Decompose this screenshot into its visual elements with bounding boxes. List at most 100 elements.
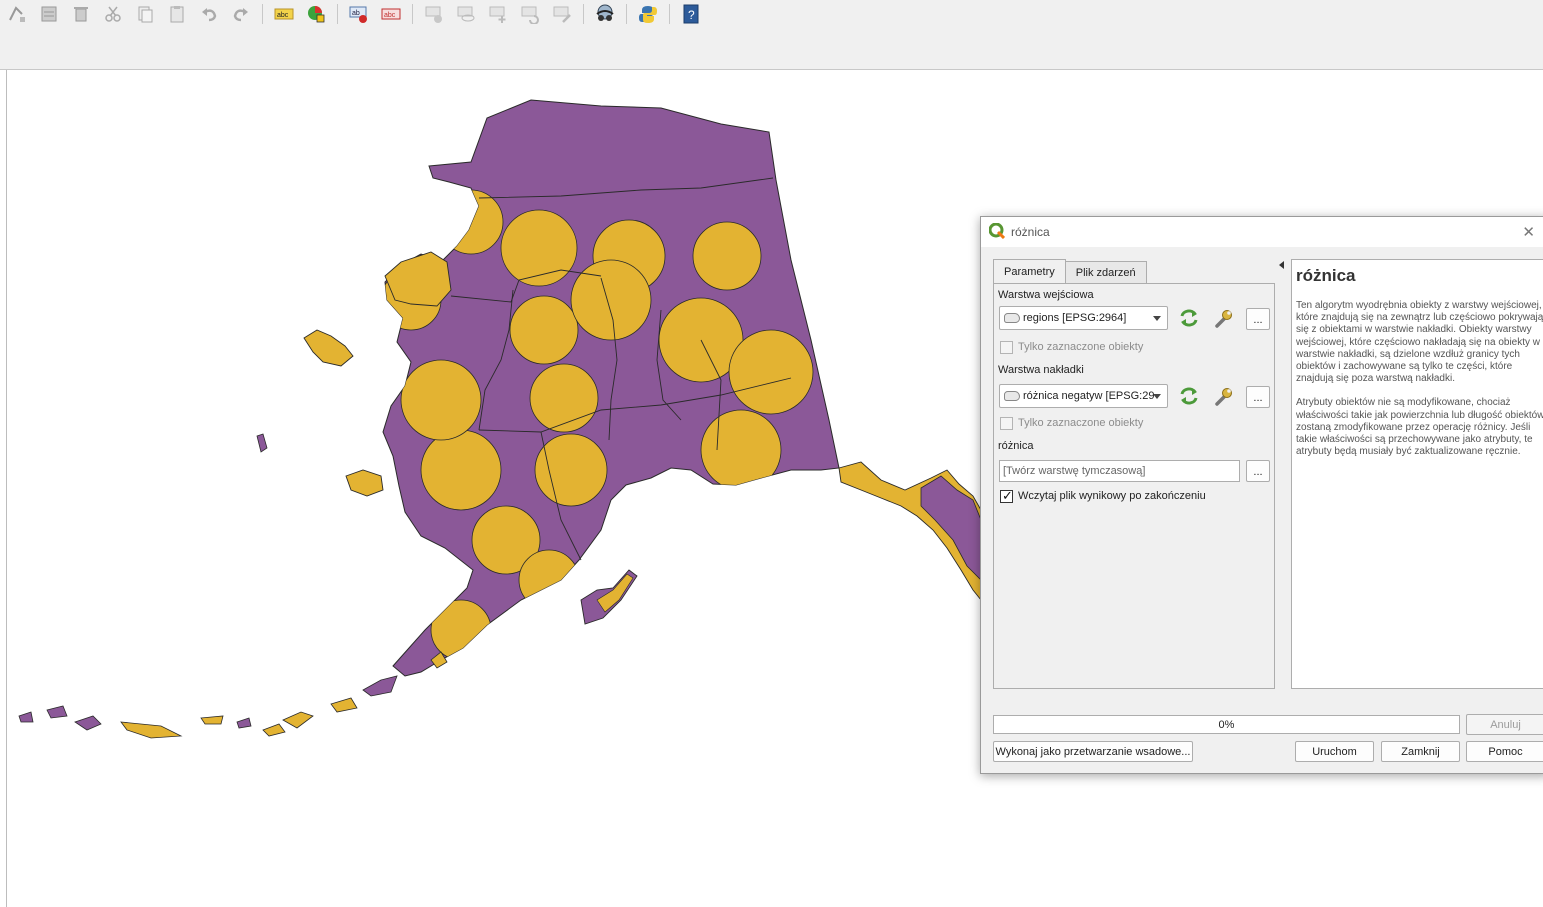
buffer-circle bbox=[570, 259, 652, 341]
overlay-layer-value: różnica negatyw [EPSG:2964] bbox=[1023, 390, 1155, 402]
progress-text: 0% bbox=[1218, 718, 1235, 731]
overlay-layer-browse-button[interactable]: ... bbox=[1246, 386, 1270, 408]
toolbar-separator bbox=[583, 4, 584, 24]
svg-text:?: ? bbox=[688, 8, 695, 22]
toolbar-separator bbox=[412, 4, 413, 24]
edit-attributes-icon[interactable] bbox=[36, 2, 62, 26]
help-panel: różnica Ten algorytm wyodrębnia obiekty … bbox=[1291, 259, 1543, 689]
spy-icon[interactable] bbox=[592, 2, 618, 26]
input-layer-browse-button[interactable]: ... bbox=[1246, 308, 1270, 330]
overlay-layer-combo[interactable]: różnica negatyw [EPSG:2964] bbox=[999, 384, 1168, 408]
buffer-circle bbox=[518, 549, 580, 611]
highlight-label-icon[interactable]: abc bbox=[378, 2, 404, 26]
buffer-circle bbox=[509, 295, 579, 365]
aleutian-island bbox=[200, 715, 224, 725]
help-paragraph: Atrybuty obiektów nie są modyfikowane, c… bbox=[1296, 397, 1543, 458]
buffer-circle bbox=[534, 433, 608, 507]
change-label-icon[interactable] bbox=[549, 2, 575, 26]
input-selected-only-checkbox[interactable] bbox=[1000, 341, 1013, 354]
wrench-icon[interactable] bbox=[1210, 306, 1236, 330]
main-toolbar: abc ab abc ? bbox=[0, 0, 1543, 28]
buffer-circle bbox=[400, 359, 482, 441]
load-result-checkbox[interactable] bbox=[1000, 488, 1013, 504]
help-button[interactable]: Pomoc bbox=[1466, 741, 1543, 762]
svg-text:abc: abc bbox=[277, 12, 289, 19]
aleutian-island bbox=[74, 715, 102, 731]
close-button[interactable]: Zamknij bbox=[1381, 741, 1460, 762]
dialog-titlebar[interactable]: różnica ✕ bbox=[981, 217, 1543, 247]
nunivak-island bbox=[345, 469, 384, 497]
iterate-icon[interactable] bbox=[1176, 384, 1202, 408]
close-icon[interactable]: ✕ bbox=[1522, 223, 1535, 241]
show-hide-label-icon[interactable] bbox=[421, 2, 447, 26]
dialog-title: różnica bbox=[1011, 225, 1050, 239]
overlay-selected-only-checkbox[interactable] bbox=[1000, 417, 1013, 430]
aleutian-island bbox=[282, 711, 314, 729]
tab-log[interactable]: Plik zdarzeń bbox=[1064, 261, 1147, 283]
delete-icon[interactable] bbox=[68, 2, 94, 26]
input-layer-combo[interactable]: regions [EPSG:2964] bbox=[999, 306, 1168, 330]
seward-peninsula bbox=[384, 251, 452, 307]
toolbar-separator bbox=[626, 4, 627, 24]
st-lawrence-island bbox=[303, 329, 354, 367]
chevron-down-icon bbox=[1153, 316, 1161, 321]
overlay-selected-only-label: Tylko zaznaczone obiekty bbox=[1018, 417, 1144, 429]
buffer-circle bbox=[728, 329, 814, 415]
copy-icon[interactable] bbox=[132, 2, 158, 26]
move-label-icon[interactable] bbox=[485, 2, 511, 26]
progress-bar: 0% bbox=[993, 715, 1460, 734]
buffer-circle bbox=[692, 221, 762, 291]
toolbar-separator bbox=[337, 4, 338, 24]
iterate-icon[interactable] bbox=[1176, 306, 1202, 330]
qgis-logo-icon bbox=[988, 222, 1006, 242]
vertex-tool-icon[interactable] bbox=[4, 2, 30, 26]
pin-label-icon[interactable]: ab bbox=[346, 2, 372, 26]
polygon-layer-icon bbox=[1004, 391, 1020, 401]
cut-icon[interactable] bbox=[100, 2, 126, 26]
paste-icon[interactable] bbox=[164, 2, 190, 26]
cancel-button[interactable]: Anuluj bbox=[1466, 714, 1543, 735]
aleutian-island bbox=[18, 711, 34, 723]
secondary-toolbar-area bbox=[0, 28, 1543, 70]
output-browse-button[interactable]: ... bbox=[1246, 460, 1270, 482]
aleutian-island bbox=[262, 723, 286, 737]
polygon-layer-icon bbox=[1004, 313, 1020, 323]
tab-bar: Parametry Plik zdarzeń bbox=[993, 259, 1147, 283]
toolbar-separator bbox=[669, 4, 670, 24]
preview-label-icon[interactable] bbox=[453, 2, 479, 26]
buffer-circle bbox=[500, 209, 578, 287]
tab-parameters[interactable]: Parametry bbox=[993, 259, 1066, 283]
buffer-circle bbox=[529, 363, 599, 433]
output-field[interactable]: [Twórz warstwę tymczasową] bbox=[999, 460, 1240, 482]
aleutian-island bbox=[362, 675, 398, 697]
svg-text:abc: abc bbox=[384, 12, 396, 19]
redo-icon[interactable] bbox=[228, 2, 254, 26]
label-icon[interactable]: abc bbox=[271, 2, 297, 26]
undo-icon[interactable] bbox=[196, 2, 222, 26]
input-layer-label: Warstwa wejściowa bbox=[998, 289, 1094, 301]
help-paragraph: Ten algorytm wyodrębnia obiekty z warstw… bbox=[1296, 300, 1543, 385]
difference-dialog: różnica ✕ Parametry Plik zdarzeń Warstwa… bbox=[980, 216, 1543, 774]
aleutian-island bbox=[330, 697, 358, 713]
batch-process-button[interactable]: Wykonaj jako przetwarzanie wsadowe... bbox=[993, 741, 1193, 762]
wrench-icon[interactable] bbox=[1210, 384, 1236, 408]
rotate-label-icon[interactable] bbox=[517, 2, 543, 26]
parameters-panel: Warstwa wejściowa regions [EPSG:2964] ..… bbox=[993, 283, 1275, 689]
panhandle-land bbox=[920, 475, 982, 581]
buffer-circle bbox=[700, 409, 782, 491]
run-button[interactable]: Uruchom bbox=[1295, 741, 1374, 762]
chevron-down-icon bbox=[1153, 394, 1161, 399]
svg-text:ab: ab bbox=[352, 10, 360, 17]
diagram-icon[interactable] bbox=[303, 2, 329, 26]
help-icon[interactable]: ? bbox=[678, 2, 704, 26]
python-icon[interactable] bbox=[635, 2, 661, 26]
help-title: różnica bbox=[1296, 266, 1356, 285]
small-island bbox=[256, 433, 268, 453]
buffer-circle bbox=[420, 429, 502, 511]
load-result-label: Wczytaj plik wynikowy po zakończeniu bbox=[1018, 490, 1206, 502]
input-layer-value: regions [EPSG:2964] bbox=[1023, 312, 1127, 324]
aleutian-island bbox=[120, 721, 183, 739]
overlay-layer-label: Warstwa nakładki bbox=[998, 364, 1084, 376]
collapse-help-icon[interactable] bbox=[1279, 261, 1284, 269]
aleutian-island bbox=[46, 705, 68, 719]
